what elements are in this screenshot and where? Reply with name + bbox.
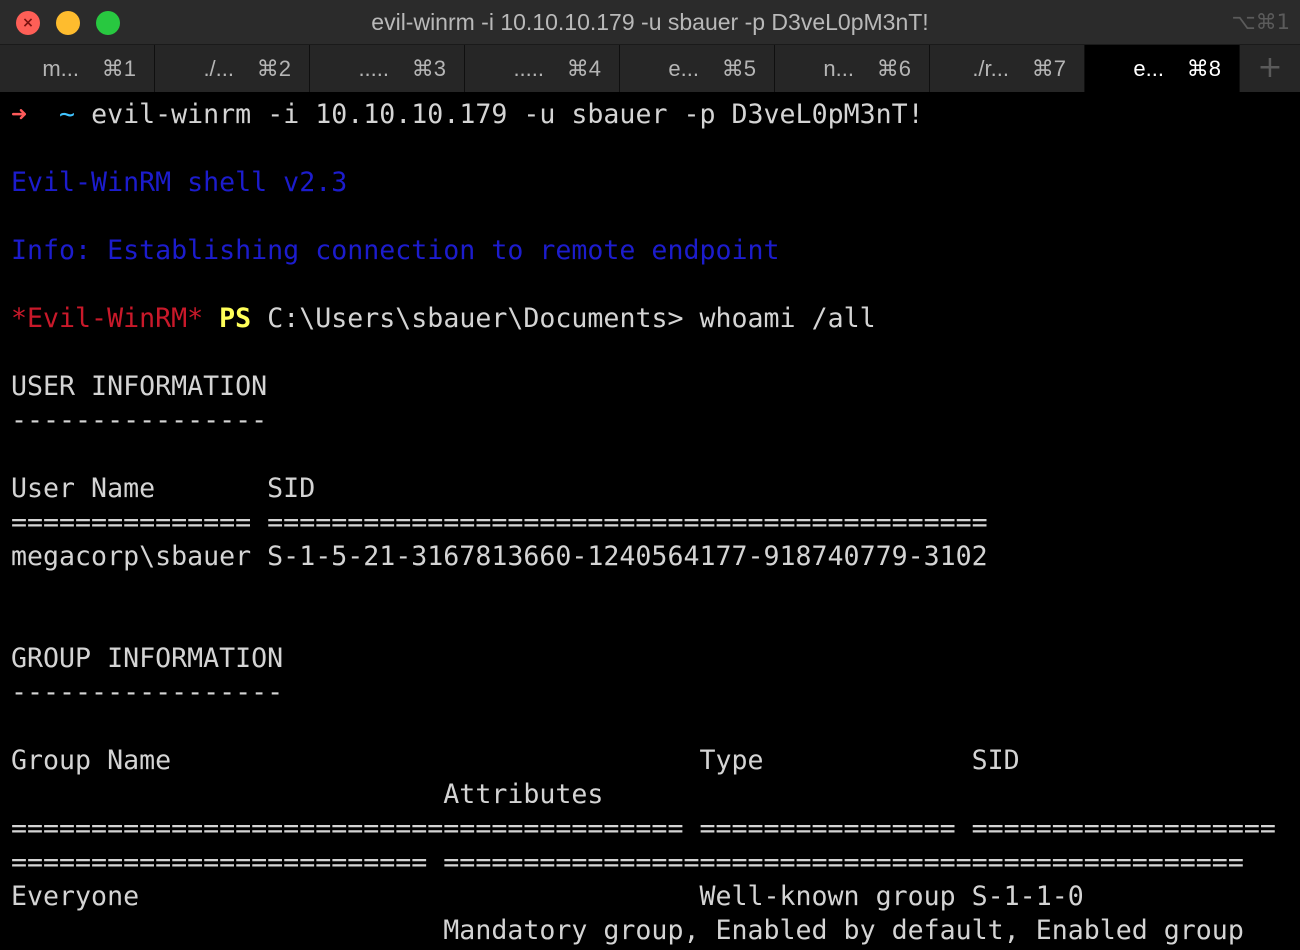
tab-label: e... — [1133, 56, 1164, 81]
terminal-output[interactable]: ➜ ~ evil-winrm -i 10.10.10.179 -u sbauer… — [0, 92, 1300, 950]
window-title: evil-winrm -i 10.10.10.179 -u sbauer -p … — [371, 9, 929, 35]
group-table-rule-continued: ========================== =============… — [11, 847, 1244, 878]
tab-7[interactable]: ./r... ⌘7 — [930, 45, 1085, 92]
arrow-icon: ➜ — [11, 99, 28, 130]
tab-label: ./r... — [972, 56, 1009, 81]
tab-3[interactable]: ..... ⌘3 — [310, 45, 465, 92]
tab-1[interactable]: m... ⌘1 — [0, 45, 155, 92]
user-info-title: USER INFORMATION — [11, 371, 268, 402]
new-tab-button[interactable]: + — [1240, 45, 1300, 92]
tab-label: e... — [668, 56, 699, 81]
command-line: ➜ ~ evil-winrm -i 10.10.10.179 -u sbauer… — [11, 98, 924, 132]
current-dir: ~ — [59, 99, 76, 130]
window-shortcut: ⌥⌘1 — [1231, 10, 1290, 34]
tab-shortcut: ⌘8 — [1186, 56, 1221, 81]
tab-shortcut: ⌘3 — [411, 56, 446, 81]
title-bar[interactable]: × evil-winrm -i 10.10.10.179 -u sbauer -… — [0, 0, 1300, 45]
tab-4[interactable]: ..... ⌘4 — [465, 45, 620, 92]
group-info-underline: ----------------- — [11, 677, 284, 708]
tab-2[interactable]: ./... ⌘2 — [155, 45, 310, 92]
plus-icon: + — [1257, 50, 1283, 85]
tab-shortcut: ⌘1 — [101, 56, 136, 81]
tab-label: ..... — [513, 56, 544, 81]
terminal-window: × evil-winrm -i 10.10.10.179 -u sbauer -… — [0, 0, 1300, 950]
group-table-header-continued: Attributes — [11, 779, 604, 810]
banner-line: Evil-WinRM shell v2.3 — [11, 167, 348, 198]
tab-shortcut: ⌘5 — [721, 56, 756, 81]
tab-label: ./... — [203, 56, 234, 81]
command-text: evil-winrm -i 10.10.10.179 -u sbauer -p … — [91, 99, 924, 130]
tab-shortcut: ⌘6 — [876, 56, 911, 81]
tab-label: m... — [42, 56, 79, 81]
tab-6[interactable]: n... ⌘6 — [775, 45, 930, 92]
user-table-rule: =============== ========================… — [11, 507, 988, 538]
tab-shortcut: ⌘4 — [566, 56, 601, 81]
prompt-ps: PS — [219, 303, 252, 334]
tab-shortcut: ⌘7 — [1031, 56, 1066, 81]
group-table-row: Everyone Well-known group S-1-1-0 — [11, 881, 1084, 912]
tab-8-active[interactable]: e... ⌘8 — [1085, 45, 1240, 92]
info-line: Info: Establishing connection to remote … — [11, 235, 780, 266]
user-table-header: User Name SID — [11, 473, 316, 504]
user-table-row: megacorp\sbauer S-1-5-21-3167813660-1240… — [11, 541, 988, 572]
group-table-rule: ========================================… — [11, 813, 1276, 844]
user-info-underline: ---------------- — [11, 405, 268, 436]
prompt-path: C:\Users\sbauer\Documents> — [267, 303, 684, 334]
prompt-tag: *Evil-WinRM* — [11, 303, 204, 334]
tab-shortcut: ⌘2 — [256, 56, 291, 81]
tab-label: n... — [823, 56, 854, 81]
prompt-line: *Evil-WinRM* PS C:\Users\sbauer\Document… — [11, 302, 876, 336]
tab-bar: m... ⌘1 ./... ⌘2 ..... ⌘3 ..... ⌘4 e... … — [0, 45, 1300, 92]
group-table-row-continued: Mandatory group, Enabled by default, Ena… — [11, 915, 1244, 946]
group-info-title: GROUP INFORMATION — [11, 643, 284, 674]
tab-label: ..... — [358, 56, 389, 81]
prompt-command: whoami /all — [699, 303, 876, 334]
group-table-header: Group Name Type SID — [11, 745, 1020, 776]
tab-5[interactable]: e... ⌘5 — [620, 45, 775, 92]
